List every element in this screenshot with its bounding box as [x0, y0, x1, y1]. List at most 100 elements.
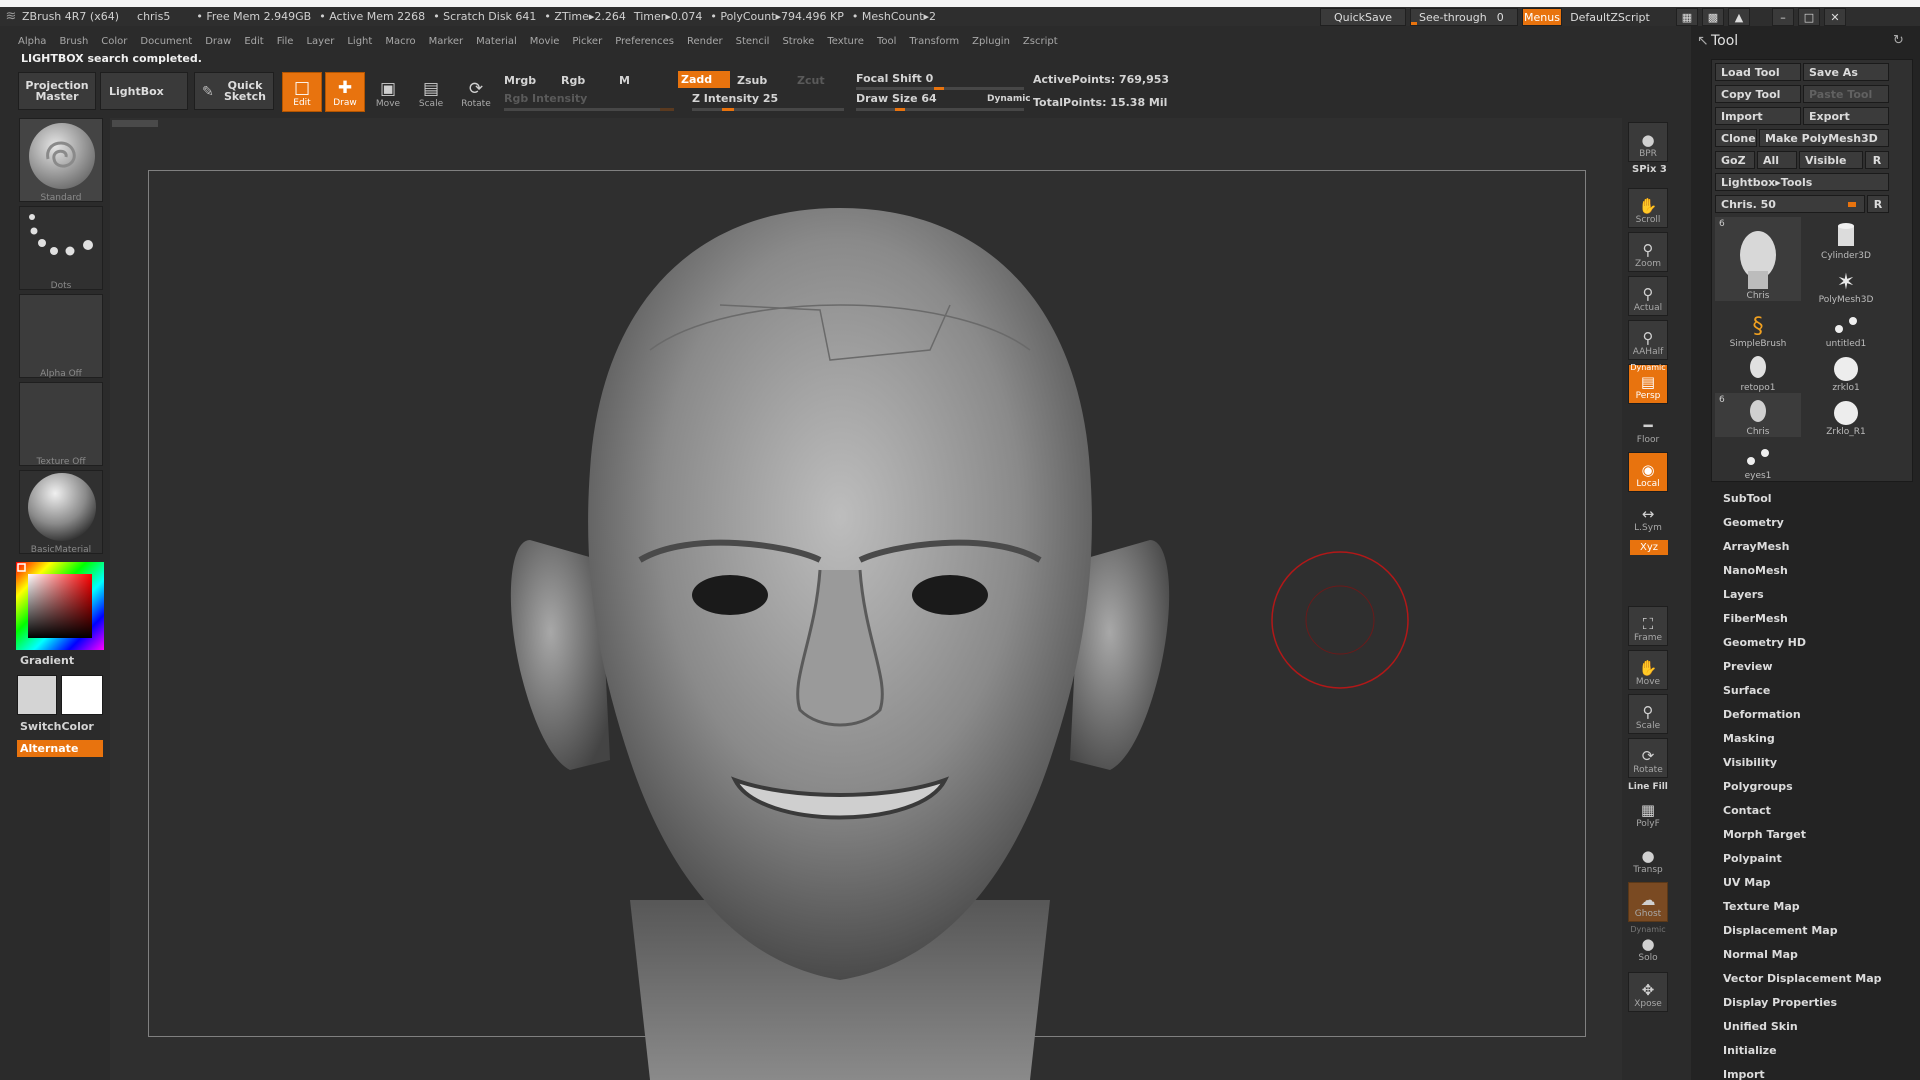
move-view-button[interactable]: ✋ Move: [1628, 650, 1668, 690]
material-thumbnail[interactable]: BasicMaterial: [19, 470, 103, 555]
actual-button[interactable]: ⚲ Actual: [1628, 276, 1668, 316]
section-contact[interactable]: Contact: [1723, 798, 1913, 822]
menu-alpha[interactable]: Alpha: [18, 36, 46, 47]
menu-edit[interactable]: Edit: [244, 36, 263, 47]
tool-thumb-zrklo1[interactable]: zrklo1: [1803, 349, 1889, 393]
zcut-button[interactable]: Zcut: [797, 74, 825, 87]
tool-thumb-cylinder3d[interactable]: Cylinder3D: [1803, 217, 1889, 261]
menu-light[interactable]: Light: [347, 36, 372, 47]
maximize-icon[interactable]: □: [1798, 8, 1820, 26]
menu-stencil[interactable]: Stencil: [736, 36, 770, 47]
section-geometry[interactable]: Geometry: [1723, 510, 1913, 534]
menu-transform[interactable]: Transform: [909, 36, 959, 47]
stroke-thumbnail[interactable]: Dots: [19, 206, 103, 291]
rgb-intensity-track[interactable]: [504, 108, 674, 111]
default-zscript-label[interactable]: DefaultZScript: [1566, 8, 1654, 26]
projection-master-button[interactable]: Projection Master: [18, 72, 96, 110]
export-button[interactable]: Export: [1803, 107, 1889, 125]
section-texture-map[interactable]: Texture Map: [1723, 894, 1913, 918]
zadd-button[interactable]: Zadd: [678, 71, 730, 88]
focal-shift-slider[interactable]: Focal Shift 0: [856, 72, 933, 85]
tool-thumb-eyes1[interactable]: eyes1: [1715, 437, 1801, 481]
section-layers[interactable]: Layers: [1723, 582, 1913, 606]
section-geometry-hd[interactable]: Geometry HD: [1723, 630, 1913, 654]
menu-draw[interactable]: Draw: [205, 36, 231, 47]
tool-palette-title[interactable]: Tool: [1711, 33, 1738, 49]
section-surface[interactable]: Surface: [1723, 678, 1913, 702]
section-normal-map[interactable]: Normal Map: [1723, 942, 1913, 966]
menu-picker[interactable]: Picker: [572, 36, 602, 47]
persp-button[interactable]: Dynamic ▤ Persp: [1628, 363, 1668, 404]
tool-thumb-zrklo-r1[interactable]: Zrklo_R1: [1803, 393, 1889, 437]
rotate-view-button[interactable]: ⟳ Rotate: [1628, 738, 1668, 778]
tool-r-button[interactable]: R: [1867, 195, 1889, 213]
aahalf-button[interactable]: ⚲ AAHalf: [1628, 320, 1668, 360]
menu-macro[interactable]: Macro: [385, 36, 415, 47]
spix-slider[interactable]: SPix 3: [1632, 164, 1667, 175]
zbrush-logo-icon[interactable]: ≋: [0, 9, 22, 24]
menu-preferences[interactable]: Preferences: [615, 36, 674, 47]
bpr-button[interactable]: ● BPR: [1628, 122, 1668, 162]
paste-tool-button[interactable]: Paste Tool: [1803, 85, 1889, 103]
z-intensity-track[interactable]: [692, 108, 844, 111]
section-visibility[interactable]: Visibility: [1723, 750, 1913, 774]
palette-popup-icon[interactable]: ▦: [1676, 8, 1698, 26]
section-nanomesh[interactable]: NanoMesh: [1723, 558, 1913, 582]
ghost-button[interactable]: ☁ Ghost: [1628, 882, 1668, 922]
section-unified-skin[interactable]: Unified Skin: [1723, 1014, 1913, 1038]
draw-size-track[interactable]: [856, 108, 1024, 111]
zoom-button[interactable]: ⚲ Zoom: [1628, 232, 1668, 272]
menu-render[interactable]: Render: [687, 36, 723, 47]
section-polygroups[interactable]: Polygroups: [1723, 774, 1913, 798]
m-button[interactable]: M: [619, 74, 630, 87]
goz-visible-button[interactable]: Visible: [1799, 151, 1863, 169]
layout-icon[interactable]: ▩: [1702, 8, 1724, 26]
menu-color[interactable]: Color: [101, 36, 127, 47]
polyf-button[interactable]: ▦ PolyF: [1628, 792, 1668, 832]
color-picker[interactable]: [16, 562, 104, 650]
frame-button[interactable]: ⛶ Frame: [1628, 606, 1668, 646]
document-scroll-handle[interactable]: [112, 120, 158, 127]
copy-tool-button[interactable]: Copy Tool: [1715, 85, 1801, 103]
tool-thumb-untitled1[interactable]: untitled1: [1803, 305, 1889, 349]
section-arraymesh[interactable]: ArrayMesh: [1723, 534, 1913, 558]
scale-button[interactable]: ▤ Scale: [411, 72, 451, 112]
tool-thumb-simplebrush[interactable]: § SimpleBrush: [1715, 305, 1801, 349]
save-as-button[interactable]: Save As: [1803, 63, 1889, 81]
z-intensity-slider[interactable]: Z Intensity 25: [692, 92, 778, 105]
section-polypaint[interactable]: Polypaint: [1723, 846, 1913, 870]
menu-layer[interactable]: Layer: [306, 36, 334, 47]
rgb-intensity-slider[interactable]: Rgb Intensity: [504, 92, 587, 105]
menu-document[interactable]: Document: [140, 36, 192, 47]
menu-zscript[interactable]: Zscript: [1023, 36, 1058, 47]
tool-thumb-chris-2[interactable]: 6 Chris: [1715, 393, 1801, 437]
menu-marker[interactable]: Marker: [429, 36, 464, 47]
menu-texture[interactable]: Texture: [827, 36, 864, 47]
section-display-properties[interactable]: Display Properties: [1723, 990, 1913, 1014]
tray-back-icon[interactable]: ↖: [1697, 33, 1709, 49]
section-vector-displacement-map[interactable]: Vector Displacement Map: [1723, 966, 1913, 990]
load-tool-button[interactable]: Load Tool: [1715, 63, 1801, 81]
section-import[interactable]: Import: [1723, 1062, 1913, 1080]
section-displacement-map[interactable]: Displacement Map: [1723, 918, 1913, 942]
section-morph-target[interactable]: Morph Target: [1723, 822, 1913, 846]
head-sculpt[interactable]: [490, 200, 1190, 1080]
draw-button[interactable]: ✚ Draw: [325, 72, 365, 112]
floor-button[interactable]: ━ Floor: [1628, 408, 1668, 448]
tool-thumb-retopo1[interactable]: retopo1: [1715, 349, 1801, 393]
lsym-button[interactable]: ↔ L.Sym: [1628, 496, 1668, 536]
alpha-thumbnail[interactable]: Alpha Off: [19, 294, 103, 379]
menu-file[interactable]: File: [277, 36, 294, 47]
gradient-label[interactable]: Gradient: [20, 654, 74, 667]
menu-brush[interactable]: Brush: [59, 36, 88, 47]
menu-tool[interactable]: Tool: [877, 36, 896, 47]
menu-stroke[interactable]: Stroke: [782, 36, 814, 47]
switch-color-button[interactable]: SwitchColor: [20, 720, 94, 733]
section-fibermesh[interactable]: FiberMesh: [1723, 606, 1913, 630]
quicksave-button[interactable]: QuickSave: [1320, 8, 1406, 26]
current-tool-slider[interactable]: Chris. 50: [1715, 195, 1865, 213]
lightbox-button[interactable]: LightBox: [100, 72, 188, 110]
lock-icon[interactable]: ▲: [1728, 8, 1750, 26]
section-masking[interactable]: Masking: [1723, 726, 1913, 750]
minimize-icon[interactable]: –: [1772, 8, 1794, 26]
